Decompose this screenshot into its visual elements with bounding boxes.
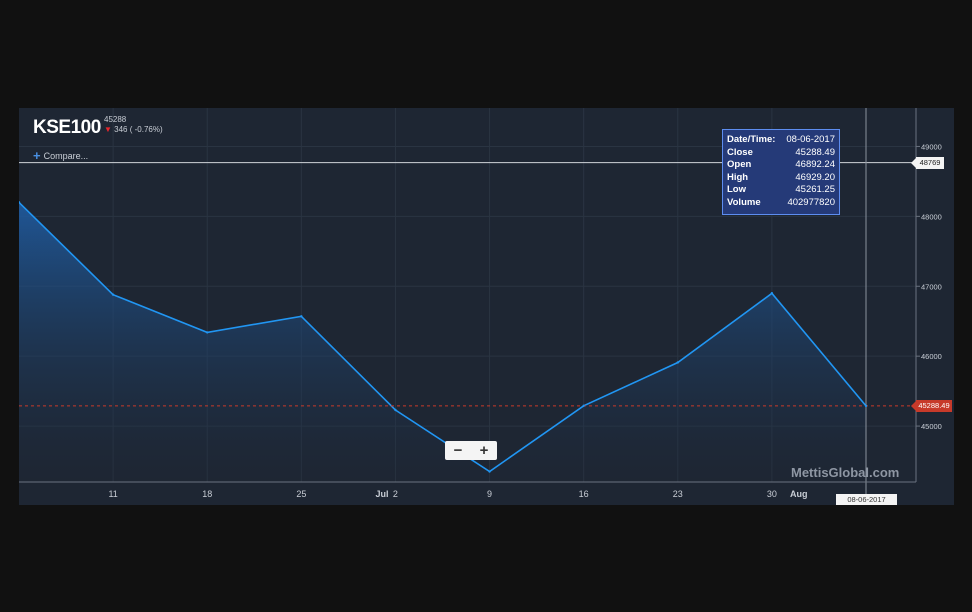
x-tick-label: Aug bbox=[790, 489, 808, 499]
tooltip-label: High bbox=[727, 171, 749, 183]
x-tick-label: 30 bbox=[767, 489, 777, 499]
zoom-out-button[interactable]: − bbox=[454, 443, 463, 458]
zoom-control[interactable]: − + bbox=[445, 441, 497, 460]
tooltip-label: Volume bbox=[727, 196, 761, 208]
close-price-tag: 45288.49 bbox=[911, 399, 952, 412]
last-price: 45288 bbox=[104, 115, 127, 124]
zoom-in-button[interactable]: + bbox=[480, 443, 489, 458]
symbol-name: KSE100 bbox=[33, 117, 101, 138]
data-point bbox=[676, 361, 679, 364]
crosshair-date-tag: 08-06-2017 bbox=[836, 494, 897, 505]
data-point bbox=[394, 408, 397, 412]
tooltip-value: 402977820 bbox=[787, 196, 835, 208]
x-tick-label: 25 bbox=[296, 489, 306, 499]
down-arrow-icon: ▼ bbox=[104, 125, 112, 134]
compare-label: Compare... bbox=[43, 151, 89, 161]
tooltip-row: Low 45261.25 bbox=[727, 184, 835, 197]
tooltip-value: 46929.20 bbox=[795, 171, 835, 183]
x-tick-label: Jul bbox=[375, 489, 388, 499]
tooltip-label: Date/Time: bbox=[727, 134, 776, 145]
price-change: ▼ 346 ( -0.76%) bbox=[104, 125, 163, 134]
tooltip-row: Close 45288.49 bbox=[727, 147, 835, 160]
data-point bbox=[111, 293, 115, 296]
y-tick-label: 46000 bbox=[921, 352, 942, 361]
tooltip-value: 08-06-2017 bbox=[786, 134, 835, 145]
y-tick-label: 49000 bbox=[921, 142, 942, 151]
data-point bbox=[488, 470, 491, 473]
tooltip-value: 46892.24 bbox=[795, 159, 835, 171]
tooltip-row: Date/Time: 08-06-2017 bbox=[727, 134, 835, 147]
y-tick-label: 48000 bbox=[921, 212, 942, 221]
tooltip-value: 45261.25 bbox=[795, 184, 835, 196]
data-point bbox=[770, 292, 774, 295]
price-change-value: 346 ( -0.76%) bbox=[114, 125, 163, 134]
data-point bbox=[300, 315, 303, 318]
y-tick-label: 47000 bbox=[921, 282, 942, 291]
crosshair-price-tag: 48769 bbox=[911, 156, 944, 169]
x-tick-label: 16 bbox=[579, 489, 589, 499]
tooltip-row: Open 46892.24 bbox=[727, 159, 835, 172]
plus-icon: + bbox=[33, 148, 41, 163]
tooltip-row: High 46929.20 bbox=[727, 172, 835, 185]
x-tick-label: 2 bbox=[393, 489, 398, 499]
data-point bbox=[582, 404, 585, 408]
tooltip-value: 45288.49 bbox=[795, 146, 835, 158]
tooltip-label: Open bbox=[727, 159, 752, 171]
data-point bbox=[206, 331, 209, 334]
tooltip-label: Low bbox=[727, 184, 746, 196]
tooltip-label: Close bbox=[727, 146, 753, 158]
compare-button[interactable]: + Compare... bbox=[33, 148, 88, 163]
x-axis: 11 18 25 Jul 2 9 16 23 30 Aug bbox=[19, 481, 916, 499]
ohlc-tooltip: Date/Time: 08-06-2017 Close 45288.49 Open 468… bbox=[722, 129, 840, 215]
data-point bbox=[864, 404, 868, 408]
chart-panel[interactable]: 45000 46000 47000 48000 49000 11 18 25 Jul 2 9 16 2… bbox=[19, 108, 954, 505]
y-tick-label: 45000 bbox=[921, 422, 942, 431]
x-tick-label: 23 bbox=[673, 489, 683, 499]
x-tick-label: 9 bbox=[487, 489, 492, 499]
x-tick-label: 11 bbox=[108, 489, 117, 499]
watermark: MettisGlobal.com bbox=[791, 465, 900, 480]
tooltip-row: Volume 402977820 bbox=[727, 197, 835, 210]
x-tick-label: 18 bbox=[202, 489, 212, 499]
